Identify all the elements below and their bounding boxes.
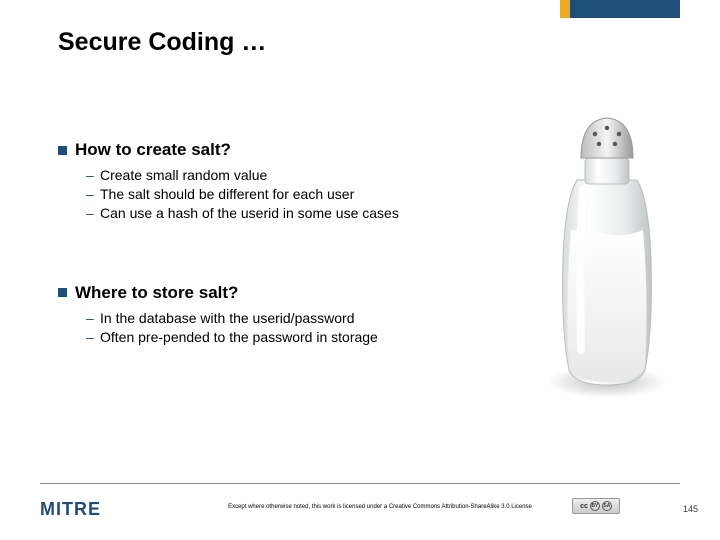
list-item: The salt should be different for each us… [86,185,538,204]
license-text: Except where otherwise noted, this work … [200,504,560,510]
sub-bullet-list: In the database with the userid/password… [58,309,538,347]
mitre-logo: MITRE [40,499,101,520]
square-bullet-icon [58,288,67,297]
cc-label: cc [580,503,588,510]
topic-heading-row: How to create salt? [58,140,538,160]
cc-by-icon: BY [590,501,600,511]
slide-content: How to create salt? Create small random … [58,140,538,406]
list-item: Create small random value [86,166,538,185]
topic-heading: Where to store salt? [75,283,238,303]
footer-divider [40,483,680,484]
topic-heading-row: Where to store salt? [58,283,538,303]
cc-sa-icon: SA [602,501,612,511]
square-bullet-icon [58,146,67,155]
list-item: Can use a hash of the userid in some use… [86,204,538,223]
topic-block: How to create salt? Create small random … [58,140,538,223]
salt-shaker-image [535,100,680,400]
topic-block: Where to store salt? In the database wit… [58,283,538,347]
cc-license-badge-icon: cc BY SA [572,498,620,514]
list-item: In the database with the userid/password [86,309,538,328]
slide-title: Secure Coding … [58,28,266,57]
sub-bullet-list: Create small random value The salt shoul… [58,166,538,223]
page-number: 145 [683,504,698,514]
list-item: Often pre-pended to the password in stor… [86,328,538,347]
topic-heading: How to create salt? [75,140,231,160]
accent-bar [560,0,680,18]
